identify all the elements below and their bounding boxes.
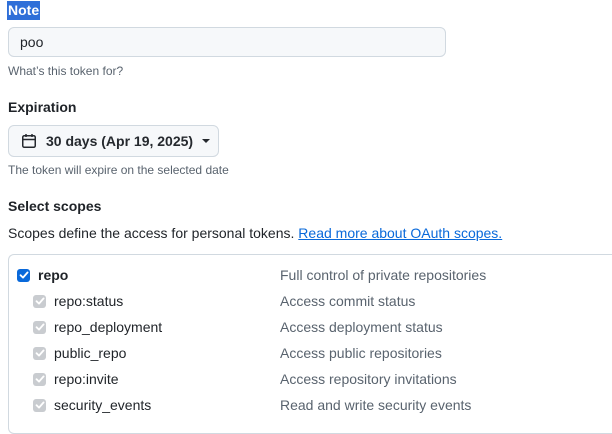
checkmark-icon [35,401,44,409]
scope-row: public_repo Access public repositories [33,340,612,366]
scope-name: repo:status [54,293,124,309]
scope-name: repo:invite [54,371,119,387]
expiration-select-button[interactable]: 30 days (Apr 19, 2025) [8,125,219,157]
scope-checkbox[interactable] [17,268,30,282]
expiration-label: Expiration [8,99,77,115]
scope-description: Access repository invitations [280,371,457,387]
scope-description: Full control of private repositories [280,267,487,283]
scope-checkbox-disabled [33,346,46,360]
caret-down-icon [201,138,211,144]
scope-checkbox-disabled [33,372,46,386]
checkmark-icon [35,297,44,305]
scopes-description: Scopes define the access for personal to… [8,223,502,243]
scope-description: Access commit status [280,293,416,309]
scope-checkbox-disabled [33,320,46,334]
scope-description: Access public repositories [280,345,442,361]
checkmark-icon [35,375,44,383]
scope-row: repo:invite Access repository invitations [33,366,612,392]
expiration-hint: The token will expire on the selected da… [8,163,229,177]
calendar-icon [21,133,37,149]
oauth-scopes-link[interactable]: Read more about OAuth scopes. [298,225,502,241]
scope-name: security_events [54,397,152,413]
scopes-description-text: Scopes define the access for personal to… [8,225,295,241]
scope-checkbox-disabled [33,398,46,412]
scope-name: repo [38,267,69,283]
scope-description: Read and write security events [280,397,472,413]
scope-row: repo:status Access commit status [33,288,612,314]
expiration-select-label: 30 days (Apr 19, 2025) [46,133,194,149]
checkmark-icon [35,323,44,331]
note-hint: What’s this token for? [8,64,124,78]
note-input[interactable]: poo [8,27,446,57]
checkmark-icon [19,271,28,279]
select-scopes-label: Select scopes [8,198,102,214]
scope-description: Access deployment status [280,319,443,335]
scope-checkbox-disabled [33,294,46,308]
checkmark-icon [35,349,44,357]
scope-name: repo_deployment [54,319,163,335]
scope-row: repo Full control of private repositories [17,262,612,288]
scope-name: public_repo [54,345,127,361]
scope-row: repo_deployment Access deployment status [33,314,612,340]
scope-row: security_events Read and write security e… [33,392,612,418]
note-label: Note [7,1,41,20]
